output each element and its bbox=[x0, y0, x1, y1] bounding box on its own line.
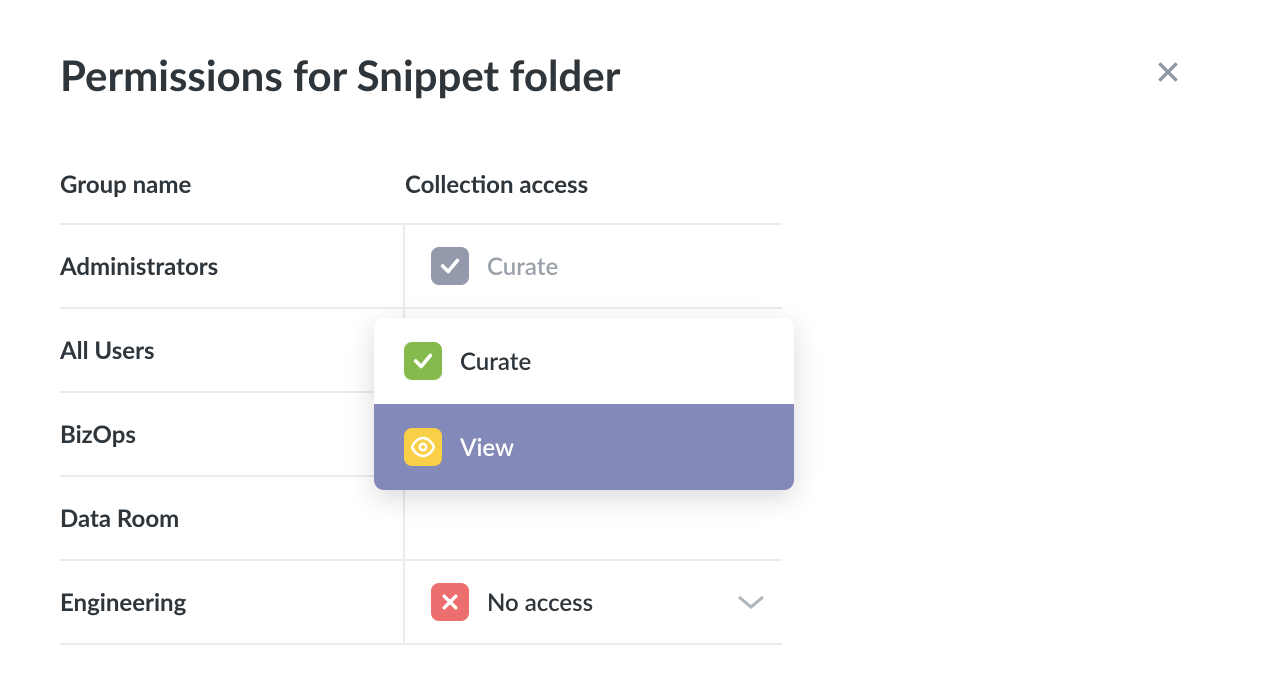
group-name: All Users bbox=[60, 309, 405, 391]
group-name: Data Room bbox=[60, 477, 405, 559]
column-header-access: Collection access bbox=[405, 170, 782, 199]
modal-title: Permissions for Snippet folder bbox=[60, 50, 1210, 100]
dropdown-option-curate[interactable]: Curate bbox=[374, 318, 794, 404]
dropdown-option-view[interactable]: View bbox=[374, 404, 794, 490]
access-dropdown: Curate View bbox=[374, 318, 794, 490]
table-row: Administrators Curate bbox=[60, 225, 782, 309]
close-button[interactable] bbox=[1152, 56, 1184, 88]
table-row: Engineering No access bbox=[60, 561, 782, 645]
eye-icon bbox=[404, 428, 442, 466]
dropdown-option-label: Curate bbox=[460, 347, 531, 376]
close-icon bbox=[1155, 59, 1181, 85]
access-cell[interactable]: No access bbox=[405, 561, 782, 643]
access-cell: Curate bbox=[405, 225, 782, 307]
x-icon bbox=[431, 583, 469, 621]
group-name: Administrators bbox=[60, 225, 405, 307]
chevron-down-icon[interactable] bbox=[736, 593, 766, 611]
table-header: Group name Collection access bbox=[60, 170, 782, 225]
permissions-modal: Permissions for Snippet folder Group nam… bbox=[0, 0, 1270, 695]
check-icon bbox=[431, 247, 469, 285]
group-name: Engineering bbox=[60, 561, 405, 643]
access-label: No access bbox=[487, 588, 593, 617]
access-label: Curate bbox=[487, 252, 558, 281]
group-name: BizOps bbox=[60, 393, 405, 475]
dropdown-option-label: View bbox=[460, 433, 514, 462]
column-header-group: Group name bbox=[60, 170, 405, 199]
check-icon bbox=[404, 342, 442, 380]
